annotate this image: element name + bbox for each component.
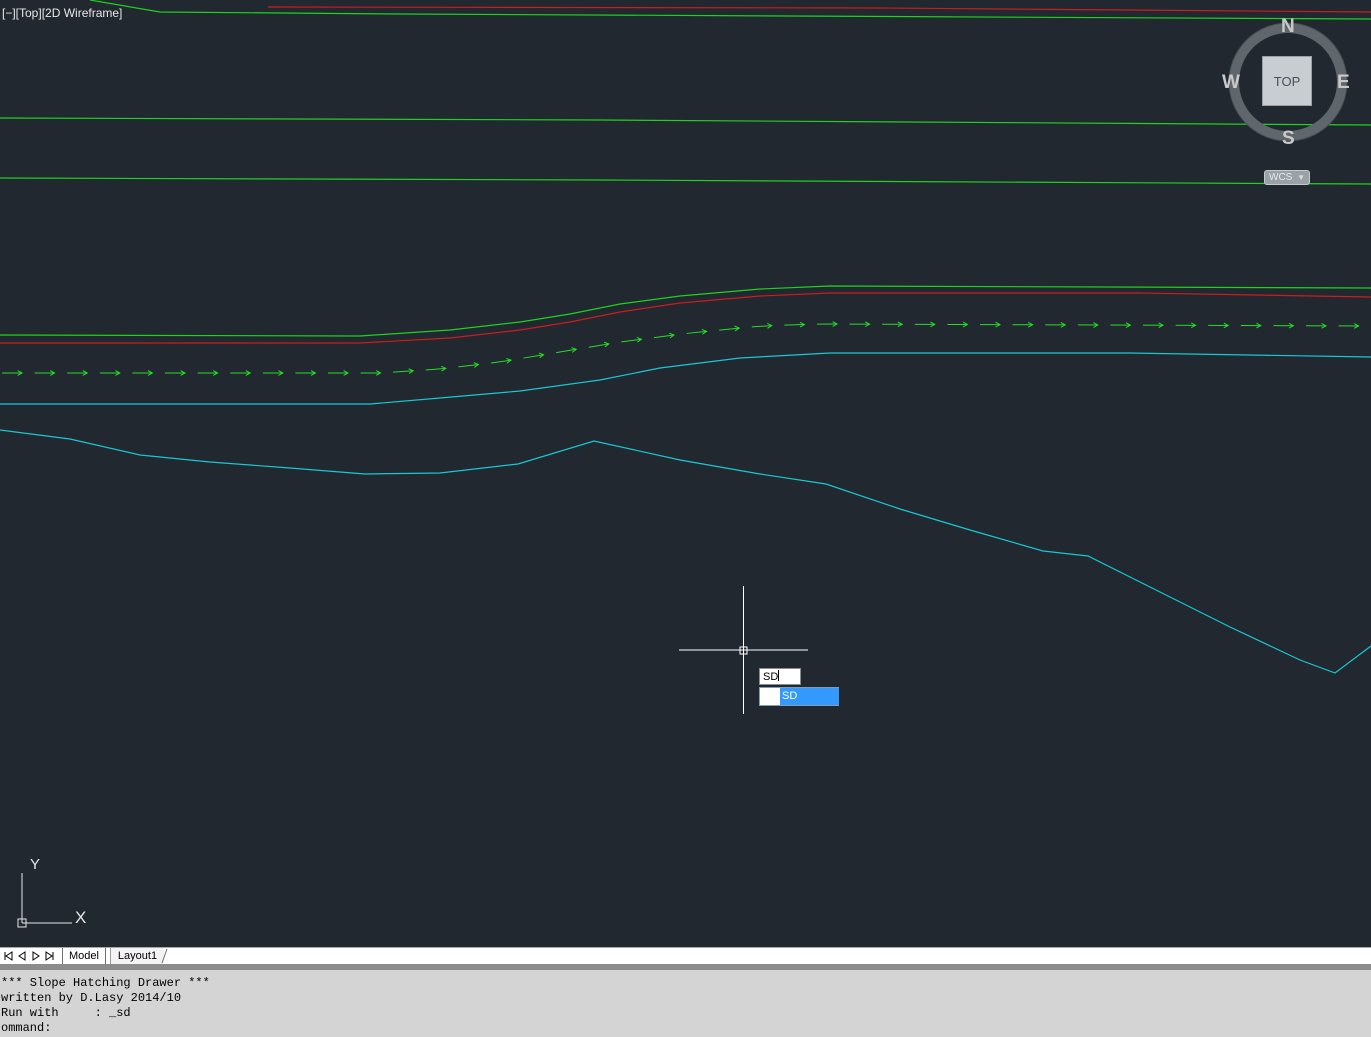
slope-arrow-shaft	[751, 325, 772, 328]
autocomplete-item[interactable]: SD	[780, 688, 839, 705]
next-tab-icon[interactable]	[30, 949, 42, 963]
viewcube-top-face[interactable]: TOP	[1262, 56, 1312, 106]
compass-east[interactable]: E	[1337, 72, 1350, 94]
wcs-menu-button[interactable]: WCS ▼	[1264, 170, 1310, 185]
drawing-polyline	[267, 6, 1371, 13]
compass-west[interactable]: W	[1222, 72, 1240, 94]
compass-south[interactable]: S	[1282, 128, 1295, 150]
previous-tab-icon[interactable]	[16, 949, 28, 963]
command-prompt-line: ommand:	[1, 1021, 52, 1035]
ucs-x-label: X	[75, 908, 86, 927]
wcs-label: WCS	[1269, 172, 1293, 183]
first-tab-icon[interactable]	[2, 949, 14, 963]
ucs-icon: Y X	[17, 856, 86, 928]
drawing-polyline	[0, 117, 1371, 126]
ucs-y-label: Y	[30, 856, 40, 873]
autocomplete-list[interactable]: SD	[759, 687, 839, 706]
tab-model[interactable]: Model	[62, 948, 106, 964]
command-history-line: written by D.Lasy 2014/10	[1, 991, 182, 1005]
text-caret	[778, 670, 780, 681]
dynamic-input-value: SD	[763, 671, 779, 683]
chevron-down-icon: ▼	[1297, 173, 1305, 182]
slope-arrow-markers	[2, 321, 1360, 376]
command-history-line: Run with : _sd	[1, 1006, 131, 1020]
slope-arrow-shaft	[393, 370, 414, 373]
drawing-polyline	[89, 0, 1371, 20]
command-history-line: *** Slope Hatching Drawer ***	[1, 976, 210, 990]
dynamic-input-field[interactable]: SD	[759, 668, 801, 685]
tab-layout1[interactable]: Layout1	[110, 948, 164, 964]
slope-arrow-shaft	[784, 324, 805, 326]
last-tab-icon[interactable]	[44, 949, 56, 963]
compass-north[interactable]: N	[1281, 16, 1295, 38]
drawing-polyline	[0, 177, 1371, 185]
drawing-viewport[interactable]: [−][Top][2D Wireframe] N S E W TOP WCS ▼…	[0, 0, 1371, 947]
drawing-canvas[interactable]	[0, 0, 1371, 947]
layout-tab-bar: Model Layout1	[0, 947, 1371, 964]
viewport-controls-label[interactable]: [−][Top][2D Wireframe]	[2, 6, 122, 20]
drawing-linework	[0, 0, 1371, 674]
viewcube[interactable]: N S E W TOP	[1222, 16, 1350, 149]
command-history-window[interactable]: *** Slope Hatching Drawer *** written by…	[0, 970, 1371, 1037]
drawing-polyline	[0, 352, 1371, 405]
drawing-polyline	[0, 429, 1371, 674]
tab-edge-icon	[161, 948, 168, 964]
